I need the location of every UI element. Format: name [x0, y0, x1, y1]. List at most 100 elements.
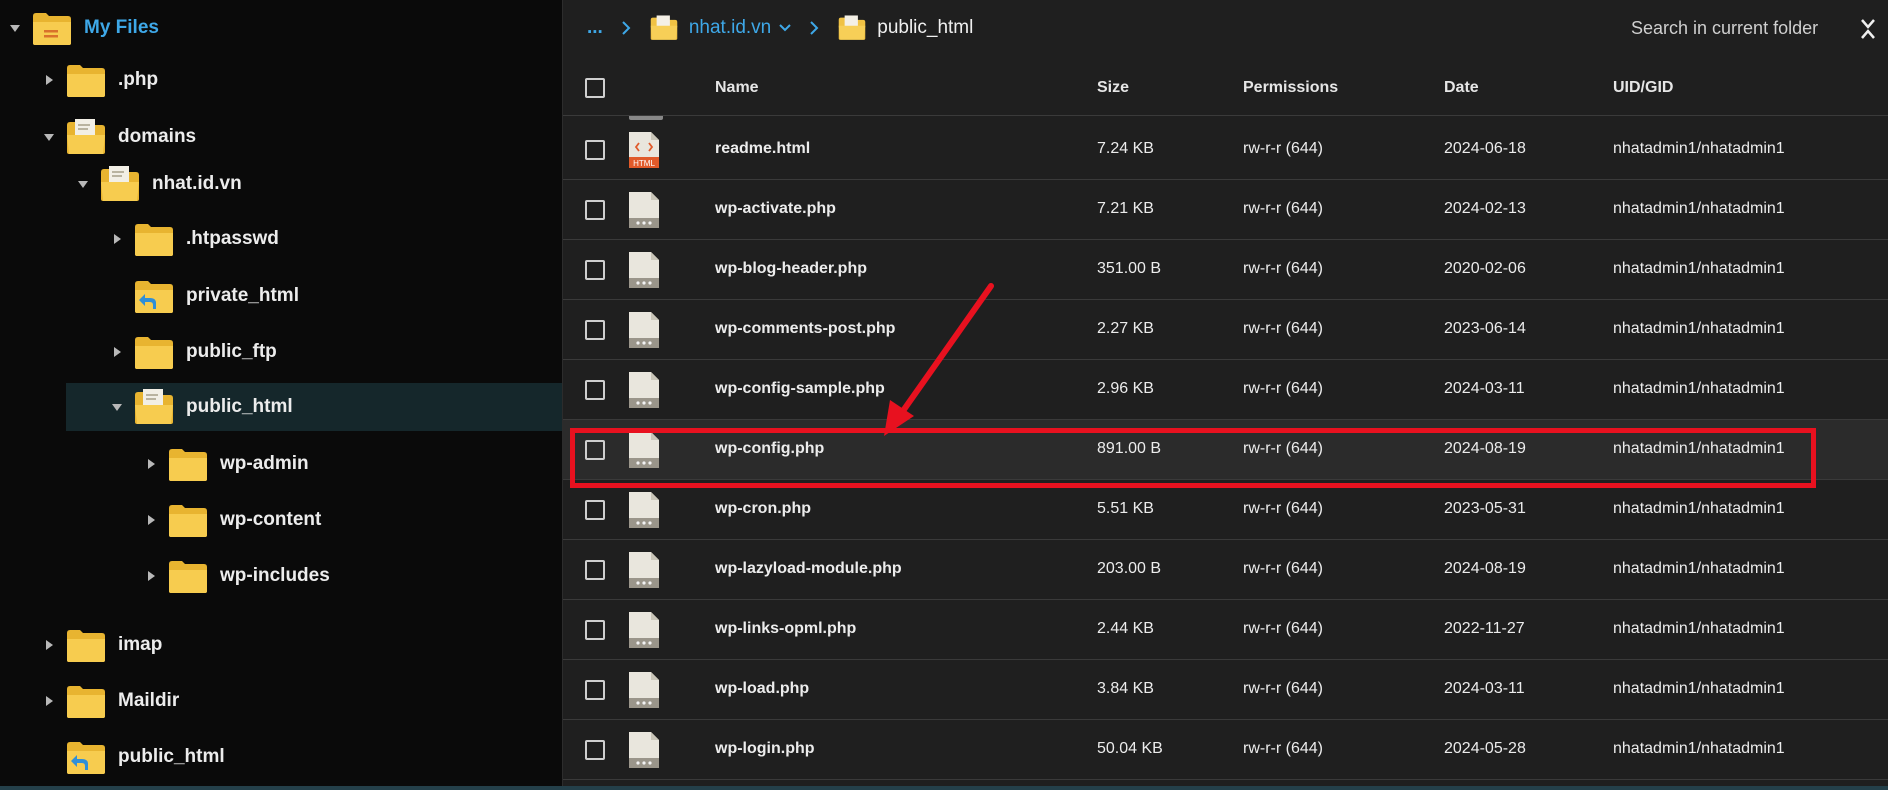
caret-down-icon[interactable] — [108, 398, 126, 416]
row-checkbox[interactable] — [585, 320, 605, 340]
caret-down-icon[interactable] — [40, 128, 58, 146]
breadcrumb-ellipsis[interactable]: ... — [587, 17, 603, 39]
column-header-date[interactable]: Date — [1444, 79, 1479, 97]
file-permissions: rw-r-r (644) — [1243, 500, 1323, 517]
tree-item-maildir[interactable]: Maildir — [40, 677, 179, 725]
tree-item-wp-admin[interactable]: wp-admin — [142, 440, 309, 488]
file-size: 2.44 KB — [1097, 620, 1154, 637]
folder-open-icon — [650, 15, 678, 40]
php-file-icon — [629, 612, 659, 648]
folder-home-icon — [33, 13, 71, 45]
select-all-checkbox[interactable] — [585, 78, 605, 98]
tree-item-domains[interactable]: domains — [40, 113, 196, 161]
file-owner: nhatadmin1/nhatadmin1 — [1613, 500, 1785, 517]
php-file-icon — [629, 252, 659, 288]
caret-right-icon[interactable] — [40, 636, 58, 654]
highlight-box — [570, 428, 1816, 488]
column-header-size[interactable]: Size — [1097, 79, 1129, 97]
table-row[interactable]: wp-lazyload-module.php 203.00 B rw-r-r (64… — [563, 540, 1888, 600]
file-name[interactable]: wp-config-sample.php — [715, 380, 885, 398]
row-checkbox[interactable] — [585, 140, 605, 160]
close-icon[interactable] — [1853, 14, 1883, 44]
file-name[interactable]: wp-comments-post.php — [715, 320, 895, 338]
caret-right-icon[interactable] — [142, 455, 160, 473]
folder-icon — [67, 630, 105, 662]
php-file-icon — [629, 312, 659, 348]
tree-item-label: wp-content — [220, 509, 322, 530]
caret-right-icon[interactable] — [108, 230, 126, 248]
table-row[interactable]: wp-blog-header.php 351.00 B rw-r-r (644) 20… — [563, 240, 1888, 300]
file-name[interactable]: wp-lazyload-module.php — [715, 560, 902, 578]
table-row[interactable]: wp-comments-post.php 2.27 KB rw-r-r (644) 2… — [563, 300, 1888, 360]
file-date: 2023-05-31 — [1444, 500, 1526, 517]
tree-item-public-html[interactable]: public_html — [40, 733, 225, 781]
caret-right-icon[interactable] — [40, 71, 58, 89]
tree-item-wp-includes[interactable]: wp-includes — [142, 552, 330, 600]
tree-item-nhat-id-vn[interactable]: nhat.id.vn — [74, 160, 242, 208]
tree-item-label: domains — [118, 126, 197, 147]
caret-down-icon[interactable] — [74, 175, 92, 193]
search-input[interactable] — [1631, 14, 1821, 42]
file-size: 351.00 B — [1097, 260, 1162, 277]
table-row[interactable]: wp-links-opml.php 2.44 KB rw-r-r (644) 2022… — [563, 600, 1888, 660]
file-name[interactable]: wp-login.php — [715, 740, 815, 758]
tree-item-public-ftp[interactable]: public_ftp — [108, 328, 277, 376]
file-name[interactable]: wp-blog-header.php — [715, 260, 867, 278]
tree-item-private-html[interactable]: private_html — [108, 272, 299, 320]
table-row[interactable]: wp-config-sample.php 2.96 KB rw-r-r (644) 2… — [563, 360, 1888, 420]
breadcrumb-domain[interactable]: nhat.id.vn — [649, 14, 791, 42]
row-checkbox[interactable] — [585, 620, 605, 640]
tree-item-label: public_html — [186, 396, 293, 417]
column-header-permissions[interactable]: Permissions — [1243, 79, 1338, 97]
file-owner: nhatadmin1/nhatadmin1 — [1613, 560, 1785, 577]
file-owner: nhatadmin1/nhatadmin1 — [1613, 740, 1785, 757]
chevron-right-icon — [621, 20, 631, 36]
table-row[interactable]: wp-cron.php 5.51 KB rw-r-r (644) 2023-05-31… — [563, 480, 1888, 540]
row-checkbox[interactable] — [585, 380, 605, 400]
caret-right-icon[interactable] — [40, 692, 58, 710]
file-permissions: rw-r-r (644) — [1243, 260, 1323, 277]
table-row[interactable]: HTML readme.html 7.24 KB rw-r-r (644) 2024-0… — [563, 120, 1888, 180]
file-size: 2.96 KB — [1097, 380, 1154, 397]
row-checkbox[interactable] — [585, 740, 605, 760]
folder-tree-sidebar: My Files .php domains nhat.id.vn .htpasswd pr… — [0, 0, 562, 790]
file-name[interactable]: wp-load.php — [715, 680, 809, 698]
row-checkbox[interactable] — [585, 200, 605, 220]
caret-right-icon[interactable] — [108, 343, 126, 361]
column-header-name[interactable]: Name — [715, 79, 759, 97]
file-size: 5.51 KB — [1097, 500, 1154, 517]
folder-icon — [67, 686, 105, 718]
php-file-icon — [629, 372, 659, 408]
tree-item-php[interactable]: .php — [40, 56, 158, 104]
column-header-uid[interactable]: UID/GID — [1613, 79, 1673, 97]
file-size: 2.27 KB — [1097, 320, 1154, 337]
file-owner: nhatadmin1/nhatadmin1 — [1613, 380, 1785, 397]
table-row[interactable]: wp-activate.php 7.21 KB rw-r-r (644) 2024-0… — [563, 180, 1888, 240]
folder-icon — [135, 337, 173, 369]
file-owner: nhatadmin1/nhatadmin1 — [1613, 320, 1785, 337]
caret-down-icon[interactable] — [6, 19, 24, 37]
tree-item-label: My Files — [84, 17, 159, 38]
file-name[interactable]: wp-activate.php — [715, 200, 836, 218]
php-file-icon — [629, 492, 659, 528]
row-checkbox[interactable] — [585, 500, 605, 520]
table-row[interactable]: wp-login.php 50.04 KB rw-r-r (644) 2024-05-… — [563, 720, 1888, 780]
file-name[interactable]: wp-cron.php — [715, 500, 811, 518]
row-checkbox[interactable] — [585, 560, 605, 580]
tree-item-my-files[interactable]: My Files — [6, 4, 159, 52]
row-checkbox[interactable] — [585, 680, 605, 700]
file-name[interactable]: wp-links-opml.php — [715, 620, 856, 638]
breadcrumb-current: public_html — [837, 14, 973, 42]
row-checkbox[interactable] — [585, 260, 605, 280]
chevron-down-icon[interactable] — [779, 24, 791, 32]
tree-item-public-html[interactable]: public_html — [66, 383, 562, 431]
caret-right-icon[interactable] — [142, 567, 160, 585]
tree-item-wp-content[interactable]: wp-content — [142, 496, 321, 544]
file-size: 50.04 KB — [1097, 740, 1163, 757]
tree-item-htpasswd[interactable]: .htpasswd — [108, 215, 279, 263]
tree-item-imap[interactable]: imap — [40, 621, 162, 669]
table-header: Name Size Permissions Date UID/GID — [563, 62, 1888, 116]
caret-right-icon[interactable] — [142, 511, 160, 529]
table-row[interactable]: wp-load.php 3.84 KB rw-r-r (644) 2024-03-11… — [563, 660, 1888, 720]
file-name[interactable]: readme.html — [715, 140, 810, 158]
